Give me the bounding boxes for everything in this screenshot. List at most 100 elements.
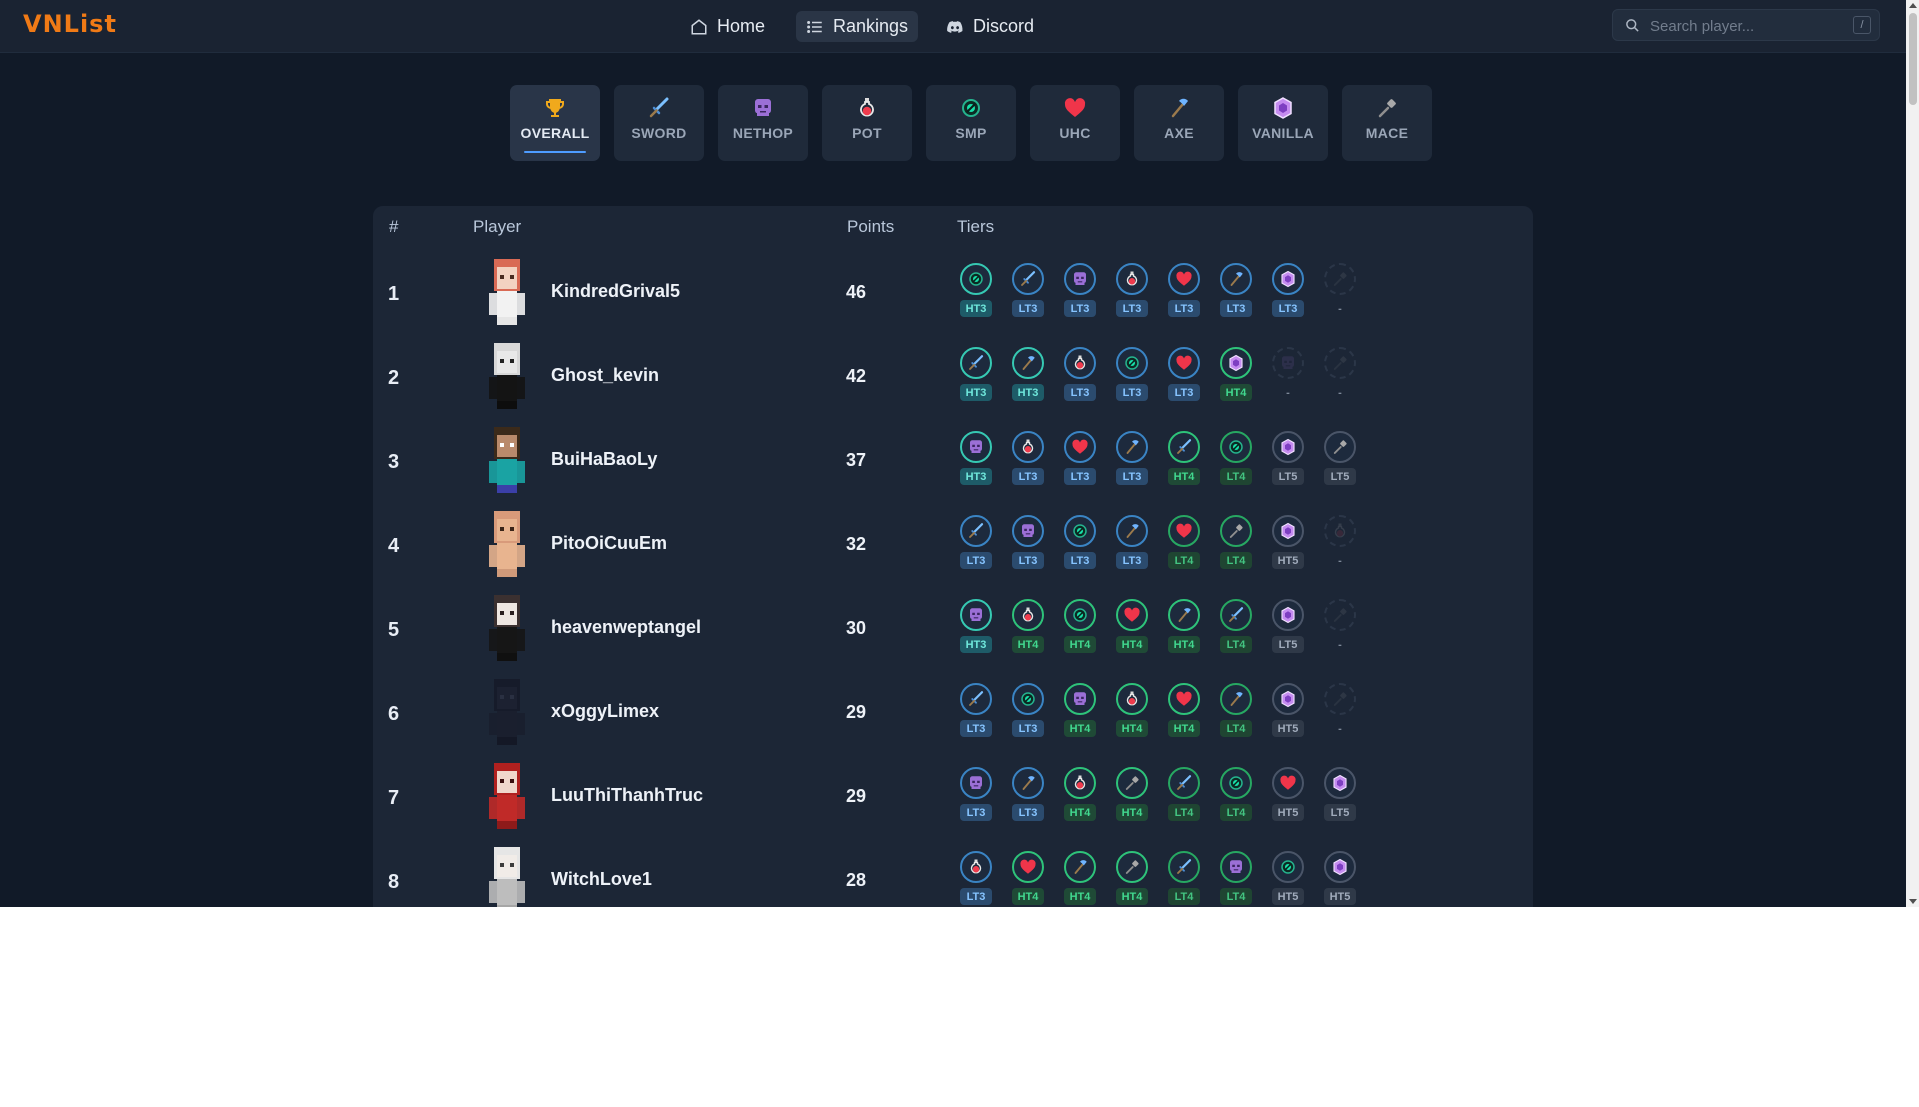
search-input[interactable]	[1648, 13, 1842, 39]
tier-pot[interactable]: LT3	[958, 851, 998, 907]
tier-uhc[interactable]: HT4	[1010, 851, 1050, 907]
tier-vanilla[interactable]: LT5	[1322, 767, 1362, 825]
tier-vanilla[interactable]: HT5	[1270, 515, 1310, 573]
tier-vanilla[interactable]: HT5	[1322, 851, 1362, 907]
tier-nethop[interactable]: LT3	[1010, 515, 1050, 573]
tier-mace[interactable]: HT4	[1114, 851, 1154, 907]
nav-discord-link[interactable]: Discord	[936, 11, 1044, 42]
tier-smp[interactable]: HT3	[958, 263, 998, 321]
tier-nethop[interactable]: HT3	[958, 431, 998, 489]
tier-axe[interactable]: HT4	[1166, 599, 1206, 657]
tier-axe[interactable]: LT3	[1114, 515, 1154, 573]
tier-nethop[interactable]: HT3	[958, 599, 998, 657]
tier-sword[interactable]: LT3	[958, 683, 998, 741]
scroll-thumb[interactable]	[1909, 13, 1917, 105]
tier-nethop[interactable]: LT3	[1062, 263, 1102, 321]
tab-vanilla[interactable]: VANILLA	[1238, 85, 1328, 161]
avatar[interactable]	[477, 507, 537, 577]
avatar[interactable]	[477, 339, 537, 409]
tier-sword[interactable]: HT4	[1166, 431, 1206, 489]
tier-sword[interactable]: HT3	[958, 347, 998, 405]
tier-nethop[interactable]: -	[1270, 347, 1310, 405]
tier-vanilla[interactable]: HT5	[1270, 683, 1310, 741]
avatar[interactable]	[477, 423, 537, 493]
tier-mace[interactable]: HT4	[1114, 767, 1154, 825]
player-search-box[interactable]: /	[1612, 9, 1880, 41]
table-row[interactable]: 5 heavenweptangel 30 HT3 HT4 HT4 HT4 HT4 LT4 LT5 -	[373, 591, 1533, 675]
tier-uhc[interactable]: HT4	[1166, 683, 1206, 741]
tier-pot[interactable]: LT3	[1114, 263, 1154, 321]
avatar[interactable]	[477, 591, 537, 661]
player-name[interactable]: PitoOiCuuEm	[551, 533, 667, 554]
player-name[interactable]: BuiHaBaoLy	[551, 449, 657, 470]
tier-uhc[interactable]: HT4	[1114, 599, 1154, 657]
tier-nethop[interactable]: HT4	[1062, 683, 1102, 741]
tier-smp[interactable]: LT3	[1114, 347, 1154, 405]
tier-nethop[interactable]: LT4	[1218, 851, 1258, 907]
player-name[interactable]: Ghost_kevin	[551, 365, 659, 386]
table-row[interactable]: 7 LuuThiThanhTruc 29 LT3 LT3 HT4 HT4 LT4 LT4 HT5 L…	[373, 759, 1533, 843]
tier-uhc[interactable]: LT3	[1062, 431, 1102, 489]
tier-axe[interactable]: HT4	[1062, 851, 1102, 907]
tier-vanilla[interactable]: LT5	[1270, 431, 1310, 489]
tab-mace[interactable]: MACE	[1342, 85, 1432, 161]
tier-nethop[interactable]: LT3	[958, 767, 998, 825]
player-name[interactable]: WitchLove1	[551, 869, 652, 890]
tab-pot[interactable]: POT	[822, 85, 912, 161]
table-row[interactable]: 2 Ghost_kevin 42 HT3 HT3 LT3 LT3 LT3 HT4 - -	[373, 339, 1533, 423]
table-row[interactable]: 4 PitoOiCuuEm 32 LT3 LT3 LT3 LT3 LT4 LT4 HT5 -	[373, 507, 1533, 591]
tier-mace[interactable]: -	[1322, 263, 1362, 321]
avatar[interactable]	[477, 255, 537, 325]
tier-smp[interactable]: LT4	[1218, 431, 1258, 489]
tier-sword[interactable]: LT3	[1010, 263, 1050, 321]
tier-sword[interactable]: LT4	[1166, 851, 1206, 907]
scroll-down-arrow[interactable]	[1909, 899, 1917, 904]
tier-sword[interactable]: LT3	[958, 515, 998, 573]
tab-smp[interactable]: SMP	[926, 85, 1016, 161]
player-name[interactable]: xOggyLimex	[551, 701, 659, 722]
avatar[interactable]	[477, 675, 537, 745]
tier-uhc[interactable]: LT4	[1166, 515, 1206, 573]
tier-pot[interactable]: HT4	[1010, 599, 1050, 657]
vertical-scrollbar[interactable]	[1906, 0, 1919, 907]
tier-smp[interactable]: HT4	[1062, 599, 1102, 657]
tier-smp[interactable]: LT3	[1010, 683, 1050, 741]
scroll-up-arrow[interactable]	[1909, 3, 1917, 8]
avatar[interactable]	[477, 843, 537, 907]
tab-axe[interactable]: AXE	[1134, 85, 1224, 161]
tier-pot[interactable]: LT3	[1010, 431, 1050, 489]
tier-axe[interactable]: LT4	[1218, 683, 1258, 741]
tier-vanilla[interactable]: HT4	[1218, 347, 1258, 405]
tier-pot[interactable]: -	[1322, 515, 1362, 573]
player-name[interactable]: LuuThiThanhTruc	[551, 785, 703, 806]
tier-mace[interactable]: -	[1322, 599, 1362, 657]
tier-mace[interactable]: -	[1322, 347, 1362, 405]
tier-smp[interactable]: HT5	[1270, 851, 1310, 907]
tier-vanilla[interactable]: LT3	[1270, 263, 1310, 321]
tab-sword[interactable]: SWORD	[614, 85, 704, 161]
tier-sword[interactable]: LT4	[1218, 599, 1258, 657]
player-name[interactable]: heavenweptangel	[551, 617, 701, 638]
tier-axe[interactable]: LT3	[1218, 263, 1258, 321]
tab-nethop[interactable]: NETHOP	[718, 85, 808, 161]
tier-uhc[interactable]: LT3	[1166, 347, 1206, 405]
table-row[interactable]: 1 KindredGrival5 46 HT3 LT3 LT3 LT3 LT3 LT3 LT3 -	[373, 255, 1533, 339]
table-row[interactable]: 3 BuiHaBaoLy 37 HT3 LT3 LT3 LT3 HT4 LT4 LT5 LT5	[373, 423, 1533, 507]
tier-pot[interactable]: HT4	[1114, 683, 1154, 741]
player-name[interactable]: KindredGrival5	[551, 281, 680, 302]
tier-axe[interactable]: LT3	[1010, 767, 1050, 825]
tab-uhc[interactable]: UHC	[1030, 85, 1120, 161]
table-row[interactable]: 6 xOggyLimex 29 LT3 LT3 HT4 HT4 HT4 LT4 HT5 -	[373, 675, 1533, 759]
tier-uhc[interactable]: LT3	[1166, 263, 1206, 321]
tier-smp[interactable]: LT3	[1062, 515, 1102, 573]
tier-mace[interactable]: LT5	[1322, 431, 1362, 489]
avatar[interactable]	[477, 759, 537, 829]
tab-overall[interactable]: OVERALL	[510, 85, 600, 161]
tier-uhc[interactable]: HT5	[1270, 767, 1310, 825]
tier-axe[interactable]: HT3	[1010, 347, 1050, 405]
tier-pot[interactable]: LT3	[1062, 347, 1102, 405]
nav-rankings-link[interactable]: Rankings	[796, 11, 919, 42]
tier-vanilla[interactable]: LT5	[1270, 599, 1310, 657]
tier-mace[interactable]: LT4	[1218, 515, 1258, 573]
tier-mace[interactable]: -	[1322, 683, 1362, 741]
